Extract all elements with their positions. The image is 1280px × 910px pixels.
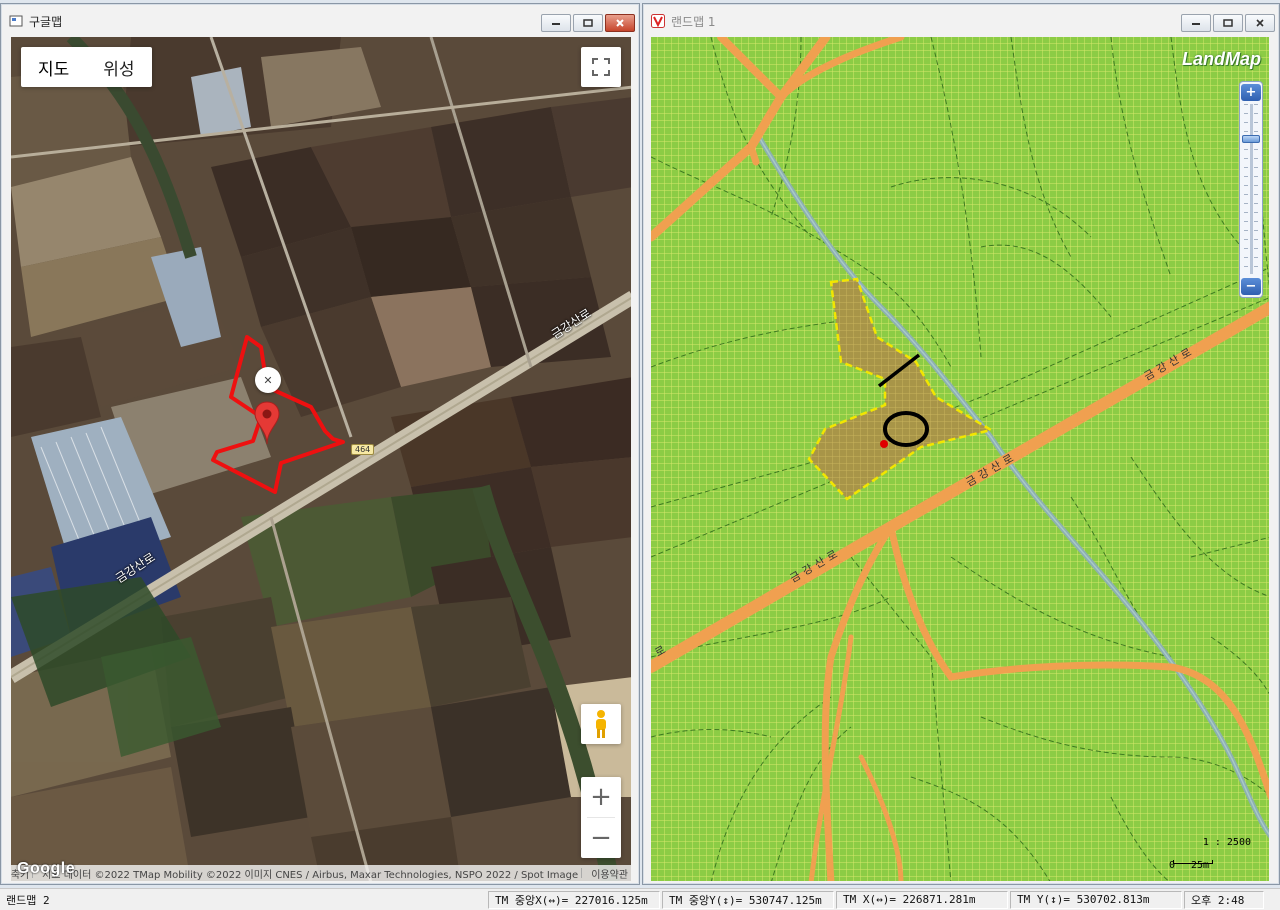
attribution-bar: 단축키 지도 데이터 ©2022 TMap Mobility ©2022 이미지…: [11, 865, 631, 881]
status-clock: 오후 2:48: [1184, 890, 1264, 909]
zoom-control: + −: [581, 777, 621, 858]
scale-distance: 25m: [1191, 860, 1210, 871]
minimize-icon[interactable]: [1181, 14, 1211, 32]
zoom-out-button[interactable]: −: [581, 818, 621, 858]
satellite-map[interactable]: 금강산로 금강산로 464 ✕ 지도 위성 + − 단축키 지도 데이터 ©2: [11, 37, 631, 881]
landmap-window: 랜드맵 1 금강산로 금강산로 금강산로 로 LandMap + − 1: 2…: [642, 3, 1280, 885]
zoom-in-button[interactable]: +: [1241, 84, 1261, 101]
status-bar: 랜드맵 2 TM 중앙X(↔)= 227016.125m TM 중앙Y(↕)= …: [0, 888, 1280, 910]
landmap-app-icon: [651, 14, 665, 28]
terms-link[interactable]: 이용약관: [588, 866, 631, 881]
maximize-icon[interactable]: [573, 14, 603, 32]
scale-indicator: 1 : 2500 0 25m: [1163, 837, 1253, 871]
status-tm-center-x: TM 중앙X(↔)= 227016.125m: [488, 890, 660, 909]
window-controls: [541, 14, 635, 32]
zoom-thumb[interactable]: [1242, 135, 1260, 143]
route-shield: 464: [351, 444, 375, 455]
window-title: 구글맵: [29, 14, 63, 29]
maximize-icon[interactable]: [1213, 14, 1243, 32]
fullscreen-icon: [592, 58, 610, 76]
scale-ratio: 1 : 2500: [1202, 837, 1251, 848]
pegman-icon: [596, 710, 606, 738]
minimize-icon[interactable]: [541, 14, 571, 32]
status-tm-center-y: TM 중앙Y(↕)= 530747.125m: [662, 890, 834, 909]
close-icon[interactable]: [1245, 14, 1275, 32]
landmap-logo: LandMap: [1182, 49, 1261, 69]
status-window-name: 랜드맵 2: [6, 893, 50, 907]
status-tm-x: TM X(↔)= 226871.281m: [836, 890, 1008, 909]
app-icon: [9, 14, 23, 28]
zoom-track[interactable]: [1250, 104, 1253, 274]
satellite-imagery: [11, 37, 631, 881]
marker-close-button[interactable]: ✕: [255, 367, 281, 393]
map-type-control: 지도 위성: [21, 47, 152, 87]
window-title: 랜드맵 1: [671, 14, 716, 29]
fullscreen-button[interactable]: [581, 47, 621, 87]
zoom-slider[interactable]: + −: [1239, 81, 1263, 298]
map-type-map[interactable]: 지도: [21, 55, 86, 80]
close-icon[interactable]: [605, 14, 635, 32]
zoom-in-button[interactable]: +: [581, 777, 621, 817]
map-pin-icon[interactable]: [254, 401, 280, 449]
google-logo: Google: [17, 860, 76, 877]
google-map-window: 구글맵 금강산로 금강산로 464 ✕ 지도 위성 + − 축키 지도 데이터 …: [0, 3, 640, 885]
scale-zero: 0: [1169, 860, 1176, 871]
status-tm-y: TM Y(↕)= 530702.813m: [1010, 890, 1182, 909]
map-type-satellite[interactable]: 위성: [86, 55, 151, 80]
cadastral-map-canvas: [651, 37, 1269, 881]
close-icon: ✕: [263, 373, 273, 387]
cadastral-map[interactable]: 금강산로 금강산로 금강산로 로 LandMap + − 1 : 2500 0 …: [651, 37, 1269, 881]
window-controls: [1181, 14, 1275, 32]
zoom-out-button[interactable]: −: [1241, 278, 1261, 295]
street-view-button[interactable]: [581, 704, 621, 744]
map-data-attribution: 지도 데이터 ©2022 TMap Mobility ©2022 이미지 CNE…: [42, 869, 579, 881]
attribution-divider: [581, 868, 588, 878]
